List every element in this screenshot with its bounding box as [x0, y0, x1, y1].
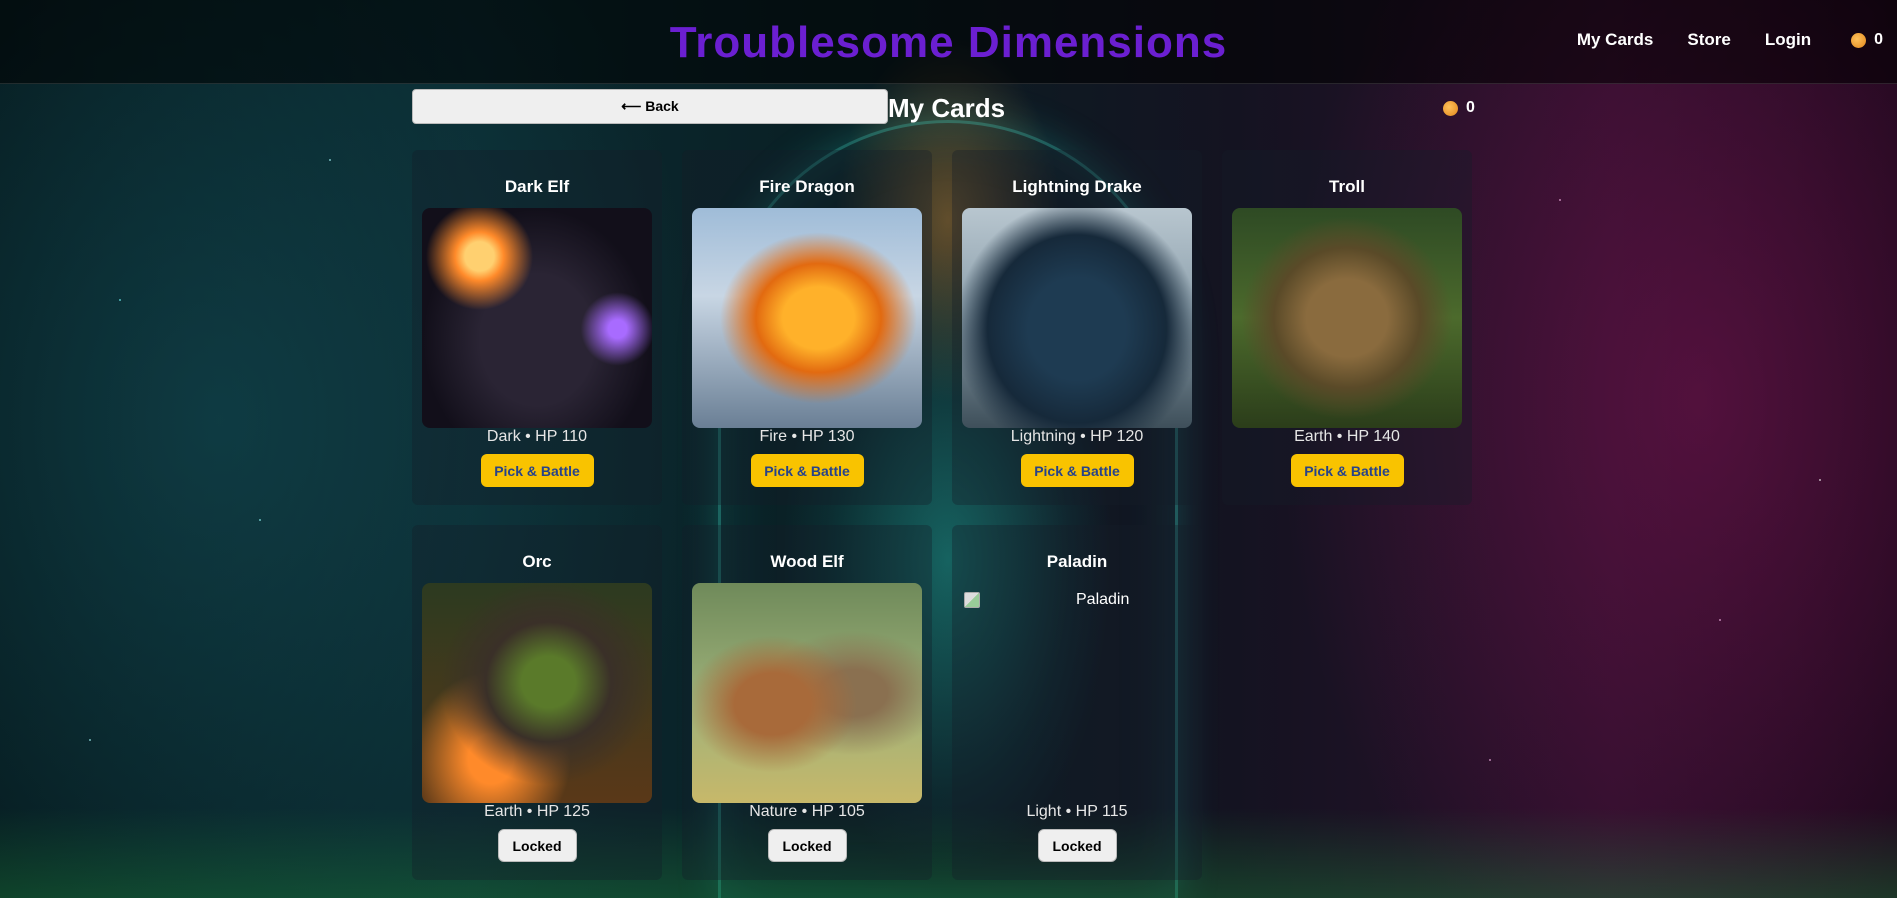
nav-my-cards[interactable]: My Cards [1577, 30, 1654, 50]
locked-button[interactable]: Locked [1037, 829, 1117, 862]
fire-dragon-image [692, 208, 922, 428]
orc-image [422, 583, 652, 803]
card-name: Orc [522, 552, 552, 571]
card-name: Dark Elf [504, 177, 570, 196]
coin-icon [1851, 32, 1867, 48]
lightning-drake-image [962, 208, 1192, 428]
card-lightning-drake: Lightning Drake Lightning • HP 120 Pick … [952, 150, 1202, 505]
nav-login[interactable]: Login [1765, 30, 1811, 50]
pick-battle-button[interactable]: Pick & Battle [480, 454, 594, 487]
card-name: Lightning Drake [1012, 177, 1142, 196]
locked-button[interactable]: Locked [497, 829, 577, 862]
card-grid: Dark Elf Dark • HP 110 Pick & Battle Fir… [412, 150, 1476, 880]
top-bar: Troublesome Dimensions My Cards Store Lo… [0, 0, 1897, 84]
card-fire-dragon: Fire Dragon Fire • HP 130 Pick & Battle [682, 150, 932, 505]
page-coin-balance: 0 [1443, 99, 1475, 117]
site-title-text[interactable]: Troublesome Dimensions [670, 18, 1227, 67]
card-name: Troll [1329, 177, 1365, 196]
card-stats: Light • HP 115 [1026, 803, 1128, 820]
page-coin-count: 0 [1466, 99, 1475, 116]
image-alt-text: Paladin [962, 591, 1129, 609]
troll-image [1232, 208, 1462, 428]
locked-button[interactable]: Locked [767, 829, 847, 862]
pick-battle-button[interactable]: Pick & Battle [1290, 454, 1404, 487]
coin-balance: 0 [1851, 31, 1883, 49]
card-stats: Earth • HP 125 [484, 803, 590, 820]
card-stats: Lightning • HP 120 [1010, 428, 1144, 445]
coin-count: 0 [1874, 31, 1883, 48]
pick-battle-button[interactable]: Pick & Battle [1020, 454, 1134, 487]
card-troll: Troll Earth • HP 140 Pick & Battle [1222, 150, 1472, 505]
card-stats: Earth • HP 140 [1294, 428, 1400, 445]
card-name: Wood Elf [770, 552, 844, 571]
paladin-image-broken: Paladin [962, 583, 1192, 803]
card-paladin: Paladin Paladin Light • HP 115 Locked [952, 525, 1202, 880]
card-stats: Nature • HP 105 [749, 803, 865, 820]
dark-elf-image [422, 208, 652, 428]
card-stats: Fire • HP 130 [759, 428, 855, 445]
card-name: Paladin [1046, 552, 1108, 571]
back-button[interactable]: ⟵ Back [412, 89, 888, 124]
main-nav: My Cards Store Login 0 [1543, 30, 1883, 50]
coin-icon [1443, 100, 1458, 116]
page-title: My Cards [888, 93, 1006, 123]
card-dark-elf: Dark Elf Dark • HP 110 Pick & Battle [412, 150, 662, 505]
card-wood-elf: Wood Elf Nature • HP 105 Locked [682, 525, 932, 880]
card-orc: Orc Earth • HP 125 Locked [412, 525, 662, 880]
broken-image-icon [964, 592, 980, 608]
nav-store[interactable]: Store [1687, 30, 1730, 50]
card-stats: Dark • HP 110 [486, 428, 588, 445]
wood-elf-image [692, 583, 922, 803]
pick-battle-button[interactable]: Pick & Battle [750, 454, 864, 487]
card-name: Fire Dragon [759, 177, 855, 196]
paladin-alt: Paladin [1076, 591, 1130, 608]
